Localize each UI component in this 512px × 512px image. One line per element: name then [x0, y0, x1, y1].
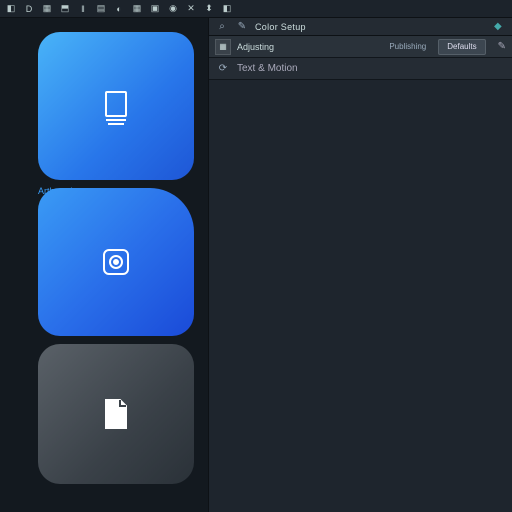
swatch-icon[interactable]: ▦	[215, 39, 231, 55]
asset-column: Artboards	[0, 18, 208, 512]
tool-9[interactable]: ▣	[148, 2, 162, 16]
tool-10[interactable]: ◉	[166, 2, 180, 16]
diamond-icon[interactable]: ◆	[494, 21, 506, 33]
row-label: Adjusting	[237, 42, 383, 52]
row-tag: Publishing	[389, 42, 426, 51]
top-toolbar: ◧ D ▦ ⬒ ‖ ▤ ◐ ▦ ▣ ◉ ✕ ⬍ ◧	[0, 0, 512, 18]
target-icon	[96, 242, 136, 282]
row-label-2: Text & Motion	[237, 63, 298, 74]
tool-7[interactable]: ◐	[112, 2, 126, 16]
page-icon	[96, 394, 136, 434]
defaults-button[interactable]: Defaults	[438, 39, 485, 55]
tile-target[interactable]	[38, 188, 194, 336]
tool-13[interactable]: ◧	[220, 2, 234, 16]
refresh-icon[interactable]: ⟳	[215, 61, 231, 77]
document-icon	[96, 86, 136, 126]
tool-5[interactable]: ‖	[76, 2, 90, 16]
tool-8[interactable]: ▦	[130, 2, 144, 16]
tile-page[interactable]	[38, 344, 194, 484]
panel-row-text: ⟳ Text & Motion	[209, 58, 512, 80]
panel-header: ⌕ ✎ Color Setup ◆	[209, 18, 512, 36]
tool-2[interactable]: D	[22, 2, 36, 16]
properties-panel: ⌕ ✎ Color Setup ◆ ▦ Adjusting Publishing…	[208, 18, 512, 512]
main: Artboards ⌕ ✎ Color Setup ◆ ▦ Adjusting …	[0, 18, 512, 512]
panel-row-adjust: ▦ Adjusting Publishing Defaults ✎	[209, 36, 512, 58]
pen-icon[interactable]: ✎	[498, 41, 506, 52]
wand-icon[interactable]: ✎	[235, 20, 249, 34]
tool-4[interactable]: ⬒	[58, 2, 72, 16]
tool-11[interactable]: ✕	[184, 2, 198, 16]
tool-1[interactable]: ◧	[4, 2, 18, 16]
tool-12[interactable]: ⬍	[202, 2, 216, 16]
tile-document[interactable]: Artboards	[38, 32, 194, 180]
tool-6[interactable]: ▤	[94, 2, 108, 16]
search-icon[interactable]: ⌕	[215, 20, 229, 34]
tool-3[interactable]: ▦	[40, 2, 54, 16]
panel-title: Color Setup	[255, 22, 488, 32]
